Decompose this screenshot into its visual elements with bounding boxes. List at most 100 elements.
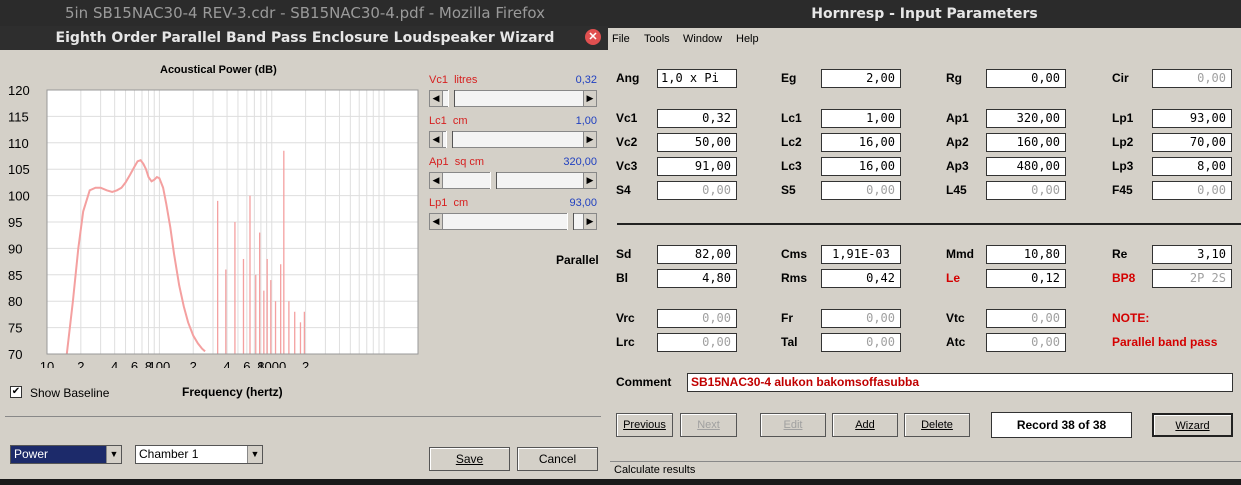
chevron-left-icon[interactable]: ◀ bbox=[429, 131, 443, 148]
slider-lc1-label: Lc1 cm bbox=[429, 115, 468, 127]
param-f45-field[interactable]: 0,00 bbox=[1152, 181, 1232, 200]
comment-field[interactable]: SB15NAC30-4 alukon bakomsoffasubba bbox=[687, 373, 1233, 392]
param-vtc-field[interactable]: 0,00 bbox=[986, 309, 1066, 328]
wizard-button[interactable]: Wizard bbox=[1152, 413, 1233, 437]
slider-lc1-name: Lc1 bbox=[429, 115, 447, 127]
param-sd-field[interactable]: 82,00 bbox=[657, 245, 737, 264]
chevron-right-icon[interactable]: ▶ bbox=[583, 172, 597, 189]
param-vtc-label: Vtc bbox=[946, 311, 965, 325]
param-ap3-field[interactable]: 480,00 bbox=[986, 157, 1066, 176]
chevron-right-icon[interactable]: ▶ bbox=[583, 90, 597, 107]
slider-lp1-unit: cm bbox=[453, 197, 469, 209]
slider-ap1-thumb[interactable] bbox=[489, 172, 497, 189]
param-lc2-field[interactable]: 16,00 bbox=[821, 133, 901, 152]
param-rg-field[interactable]: 0,00 bbox=[986, 69, 1066, 88]
param-atc-field[interactable]: 0,00 bbox=[986, 333, 1066, 352]
param-ap2-field[interactable]: 160,00 bbox=[986, 133, 1066, 152]
delete-button[interactable]: Delete bbox=[904, 413, 970, 437]
x-tick-label: 6 bbox=[131, 359, 138, 368]
chamber-value: Chamber 1 bbox=[139, 447, 199, 461]
save-button[interactable]: Save bbox=[429, 447, 510, 471]
previous-button[interactable]: Previous bbox=[616, 413, 673, 437]
param-re-field[interactable]: 3,10 bbox=[1152, 245, 1232, 264]
param-bp8-field[interactable]: 2P 2S bbox=[1152, 269, 1232, 288]
param-fr-label: Fr bbox=[781, 311, 793, 325]
param-lp2-field[interactable]: 70,00 bbox=[1152, 133, 1232, 152]
param-s5-field[interactable]: 0,00 bbox=[821, 181, 901, 200]
param-le-field[interactable]: 0,12 bbox=[986, 269, 1066, 288]
chevron-left-icon[interactable]: ◀ bbox=[429, 90, 443, 107]
param-cms-label: Cms bbox=[781, 247, 808, 261]
menu-file[interactable]: File bbox=[612, 33, 630, 45]
param-vc3-field[interactable]: 91,00 bbox=[657, 157, 737, 176]
y-tick-label: 70 bbox=[8, 347, 22, 362]
param-ap1-field[interactable]: 320,00 bbox=[986, 109, 1066, 128]
y-tick-label: 95 bbox=[8, 215, 22, 230]
section-divider bbox=[617, 223, 1241, 225]
menu-help[interactable]: Help bbox=[736, 33, 759, 45]
mode-label: Parallel bbox=[556, 253, 599, 267]
show-baseline-checkbox[interactable]: ✔ bbox=[10, 386, 22, 398]
output-type-select[interactable]: Power ▼ bbox=[10, 445, 122, 464]
cancel-button[interactable]: Cancel bbox=[517, 447, 598, 471]
chevron-down-icon[interactable]: ▼ bbox=[106, 446, 121, 463]
param-sd-label: Sd bbox=[616, 247, 632, 261]
param-bp8-label: BP8 bbox=[1112, 271, 1136, 285]
param-rms-label: Rms bbox=[781, 271, 808, 285]
slider-vc1-label: Vc1 litres bbox=[429, 74, 477, 86]
param-s5-label: S5 bbox=[781, 183, 796, 197]
param-bl-label: Bl bbox=[616, 271, 628, 285]
y-tick-label: 100 bbox=[8, 189, 30, 204]
slider-lp1-thumb[interactable] bbox=[566, 213, 574, 230]
param-mmd-field[interactable]: 10,80 bbox=[986, 245, 1066, 264]
wizard-label: Wizard bbox=[1175, 420, 1210, 432]
chevron-down-icon[interactable]: ▼ bbox=[247, 446, 262, 463]
x-tick-label: 4 bbox=[111, 359, 118, 368]
param-lrc-field[interactable]: 0,00 bbox=[657, 333, 737, 352]
delete-label: Delete bbox=[921, 419, 953, 431]
y-tick-label: 110 bbox=[8, 136, 29, 151]
param-l45-field[interactable]: 0,00 bbox=[986, 181, 1066, 200]
next-button[interactable]: Next bbox=[680, 413, 737, 437]
chevron-left-icon[interactable]: ◀ bbox=[429, 172, 443, 189]
slider-lc1[interactable] bbox=[429, 131, 597, 148]
chevron-left-icon[interactable]: ◀ bbox=[429, 213, 443, 230]
slider-ap1[interactable] bbox=[429, 172, 597, 189]
param-ang-field[interactable]: 1,0 x Pi bbox=[657, 69, 737, 88]
param-cir-field[interactable]: 0,00 bbox=[1152, 69, 1232, 88]
y-tick-label: 80 bbox=[8, 294, 22, 309]
firefox-title-bar: 5in SB15NAC30-4 REV-3.cdr - SB15NAC30-4.… bbox=[0, 0, 610, 26]
x-tick-label: 10 bbox=[40, 359, 54, 368]
edit-label: Edit bbox=[783, 419, 803, 431]
param-s4-field[interactable]: 0,00 bbox=[657, 181, 737, 200]
param-cms-field[interactable]: 1,91E-03 bbox=[821, 245, 901, 264]
slider-lc1-thumb[interactable] bbox=[445, 131, 453, 148]
edit-button[interactable]: Edit bbox=[760, 413, 826, 437]
param-lp1-field[interactable]: 93,00 bbox=[1152, 109, 1232, 128]
param-fr-field[interactable]: 0,00 bbox=[821, 309, 901, 328]
param-lc3-field[interactable]: 16,00 bbox=[821, 157, 901, 176]
add-button[interactable]: Add bbox=[832, 413, 898, 437]
param-lc1-field[interactable]: 1,00 bbox=[821, 109, 901, 128]
close-icon[interactable]: ✕ bbox=[585, 29, 601, 45]
param-eg-field[interactable]: 2,00 bbox=[821, 69, 901, 88]
param-vrc-field[interactable]: 0,00 bbox=[657, 309, 737, 328]
menu-window[interactable]: Window bbox=[683, 33, 722, 45]
slider-lp1-value: 93,00 bbox=[569, 197, 597, 209]
param-bl-field[interactable]: 4,80 bbox=[657, 269, 737, 288]
param-vc2-field[interactable]: 50,00 bbox=[657, 133, 737, 152]
param-vc1-field[interactable]: 0,32 bbox=[657, 109, 737, 128]
y-tick-label: 85 bbox=[8, 268, 22, 283]
chevron-right-icon[interactable]: ▶ bbox=[583, 131, 597, 148]
menu-tools[interactable]: Tools bbox=[644, 33, 670, 45]
param-lp3-field[interactable]: 8,00 bbox=[1152, 157, 1232, 176]
chamber-select[interactable]: Chamber 1 ▼ bbox=[135, 445, 263, 464]
param-tal-field[interactable]: 0,00 bbox=[821, 333, 901, 352]
output-type-value: Power bbox=[14, 447, 49, 461]
param-rms-field[interactable]: 0,42 bbox=[821, 269, 901, 288]
slider-vc1-thumb[interactable] bbox=[448, 90, 456, 107]
x-tick-label: 2 bbox=[302, 359, 309, 368]
slider-ap1-name: Ap1 bbox=[429, 156, 449, 168]
param-tal-label: Tal bbox=[781, 335, 798, 349]
chevron-right-icon[interactable]: ▶ bbox=[583, 213, 597, 230]
